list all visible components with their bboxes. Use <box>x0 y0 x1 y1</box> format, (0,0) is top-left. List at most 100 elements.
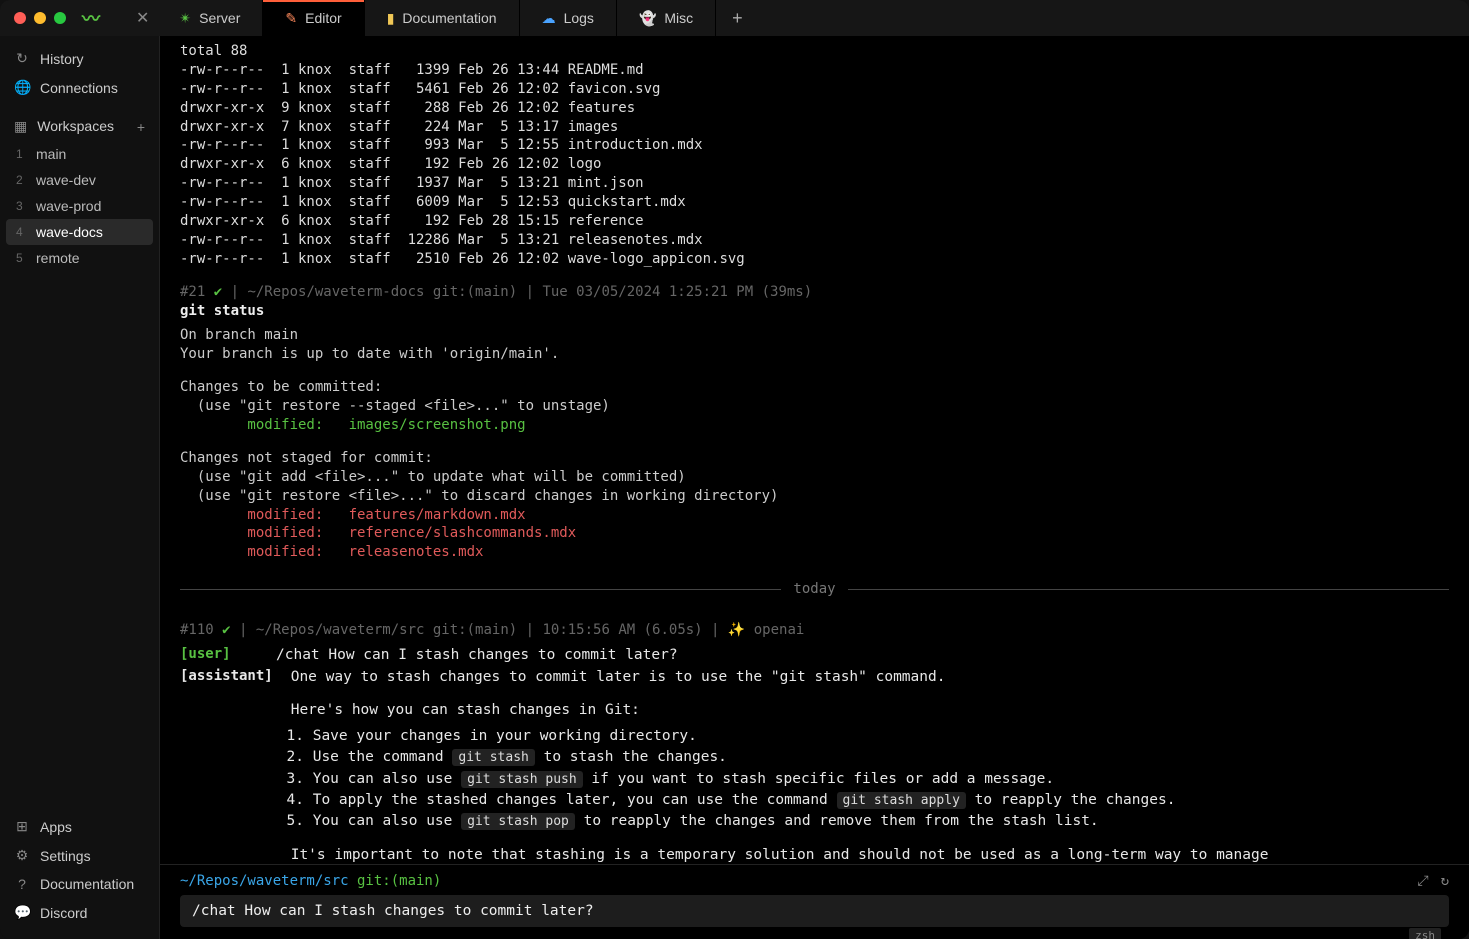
tab-label: Misc <box>664 10 693 26</box>
tab-icon: 👻 <box>639 10 656 27</box>
chat-step: Use the command git stash to stash the c… <box>313 747 1311 767</box>
workspace-wave-prod[interactable]: 3wave-prod <box>6 193 153 219</box>
settings-icon: ⚙ <box>14 847 30 864</box>
prompt-cwd: ~/Repos/waveterm/src git:(main) <box>180 873 441 889</box>
ls-row: drwxr-xr-x 6 knox staff 192 Feb 28 15:15… <box>160 212 1469 231</box>
close-window-icon[interactable] <box>14 12 26 24</box>
workspace-name: wave-docs <box>36 224 103 240</box>
ls-row: drwxr-xr-x 9 knox staff 288 Feb 26 12:02… <box>160 99 1469 118</box>
chat-user-text: /chat How can I stash changes to commit … <box>276 645 678 665</box>
sidebar-item-label: Discord <box>40 905 87 921</box>
shell-badge: zsh <box>1409 928 1441 939</box>
chat-step: You can also use git stash push if you w… <box>313 769 1311 789</box>
cmd110-meta: #110 ✔ | ~/Repos/waveterm/src git:(main)… <box>160 621 1469 640</box>
tab-bar: ✴Server ✎ Editor ▮Documentation☁Logs 👻 Misc <box>157 0 716 36</box>
workspaces-label: Workspaces <box>37 118 114 134</box>
workspace-name: wave-dev <box>36 172 96 188</box>
sidebar-settings[interactable]: ⚙ Settings <box>0 841 159 870</box>
sidebar-discord[interactable]: 💬Discord <box>0 898 159 927</box>
git-unstaged-header: Changes not staged for commit: <box>160 449 1469 468</box>
chat-step: You can also use git stash pop to reappl… <box>313 811 1311 831</box>
chat-assistant-text: One way to stash changes to commit later… <box>291 667 1311 864</box>
tab-misc[interactable]: 👻 Misc <box>617 0 716 36</box>
git-unstaged-file: modified: features/markdown.mdx <box>160 506 1469 525</box>
tab-label: Logs <box>564 10 594 26</box>
titlebar: 〰 ✕ ✴Server ✎ Editor ▮Documentation☁Logs 👻 Mi… <box>0 0 1469 36</box>
workspace-name: wave-prod <box>36 198 101 214</box>
sidebar-item-label: Settings <box>40 848 91 864</box>
sidebar-history[interactable]: ↻ History <box>0 44 159 73</box>
git-branch-line: On branch main <box>160 326 1469 345</box>
workspaces-icon: ▦ <box>14 118 27 134</box>
tab-label: Editor <box>305 10 342 26</box>
apps-icon: ⊞ <box>14 818 30 835</box>
workspace-name: remote <box>36 250 80 266</box>
tab-logs[interactable]: ☁Logs <box>520 0 617 36</box>
workspace-number: 5 <box>16 251 26 265</box>
sidebar-item-label: Documentation <box>40 876 134 892</box>
workspace-main[interactable]: 1 main <box>6 141 153 167</box>
expand-icon[interactable]: ⤢ <box>1417 873 1428 889</box>
tab-label: Documentation <box>402 10 496 26</box>
ls-total: total 88 <box>160 42 1469 61</box>
tab-icon: ✎ <box>285 10 297 27</box>
minimize-window-icon[interactable] <box>34 12 46 24</box>
git-staged-header: Changes to be committed: <box>160 378 1469 397</box>
globe-icon: 🌐 <box>14 79 30 96</box>
code-inline: git stash push <box>461 771 583 788</box>
close-sidebar-icon[interactable]: ✕ <box>136 8 149 28</box>
add-tab-button[interactable]: + <box>716 8 759 29</box>
tab-label: Server <box>199 10 240 26</box>
ls-row: drwxr-xr-x 6 knox staff 192 Feb 26 12:02… <box>160 155 1469 174</box>
sidebar-apps[interactable]: ⊞ Apps <box>0 812 159 841</box>
zoom-window-icon[interactable] <box>54 12 66 24</box>
chat-role-assistant: [assistant] <box>180 667 273 686</box>
chat-block: [user] /chat How can I stash changes to … <box>160 644 1469 864</box>
workspace-number: 2 <box>16 173 26 187</box>
terminal-pane: total 88 -rw-r--r-- 1 knox staff 1399 Fe… <box>160 36 1469 939</box>
git-unstaged-file: modified: releasenotes.mdx <box>160 543 1469 562</box>
tab-editor[interactable]: ✎ Editor <box>263 0 364 36</box>
ls-row: -rw-r--r-- 1 knox staff 1399 Feb 26 13:4… <box>160 61 1469 80</box>
sidebar: ↻ History 🌐 Connections ▦ Workspaces + 1m… <box>0 36 160 939</box>
ls-row: -rw-r--r-- 1 knox staff 6009 Mar 5 12:53… <box>160 193 1469 212</box>
git-staged-hint: (use "git restore --staged <file>..." to… <box>160 397 1469 416</box>
git-unstaged-file: modified: reference/slashcommands.mdx <box>160 524 1469 543</box>
wave-logo-icon: 〰 <box>82 5 100 31</box>
ls-row: drwxr-xr-x 7 knox staff 224 Mar 5 13:17 … <box>160 118 1469 137</box>
tab-server[interactable]: ✴Server <box>157 0 263 36</box>
workspace-name: main <box>36 146 66 162</box>
sidebar-documentation[interactable]: ?Documentation <box>0 870 159 898</box>
sidebar-history-label: History <box>40 51 84 67</box>
history-prompt-icon[interactable]: ↻ <box>1441 873 1449 889</box>
code-inline: git stash <box>452 749 534 766</box>
prompt-area: ~/Repos/waveterm/src git:(main) ⤢ ↻ /cha… <box>160 864 1469 939</box>
divider-label: today <box>793 580 835 599</box>
workspace-list: 1 main 2 wave-dev 3wave-prod 4 wave-docs 5 remot… <box>0 139 159 273</box>
command-input[interactable]: /chat How can I stash changes to commit … <box>180 895 1449 927</box>
workspace-wave-docs[interactable]: 4 wave-docs <box>6 219 153 245</box>
git-unstaged-hint2: (use "git restore <file>..." to discard … <box>160 487 1469 506</box>
ls-row: -rw-r--r-- 1 knox staff 993 Mar 5 12:55 … <box>160 136 1469 155</box>
workspace-number: 4 <box>16 225 26 239</box>
sidebar-bottom: ⊞ Apps ⚙ Settings ?Documentation💬Discord <box>0 806 159 939</box>
window-controls <box>0 12 66 24</box>
code-inline: git stash apply <box>837 792 966 809</box>
chat-step: To apply the stashed changes later, you … <box>313 790 1311 810</box>
sidebar-connections-label: Connections <box>40 80 118 96</box>
git-uptodate: Your branch is up to date with 'origin/m… <box>160 345 1469 364</box>
today-divider: today <box>160 572 1469 607</box>
command-input-text: /chat How can I stash changes to commit … <box>192 903 594 919</box>
tab-documentation[interactable]: ▮Documentation <box>365 0 520 36</box>
git-staged-file: modified: images/screenshot.png <box>160 416 1469 435</box>
workspace-wave-dev[interactable]: 2 wave-dev <box>6 167 153 193</box>
workspace-remote[interactable]: 5 remote <box>6 245 153 271</box>
add-workspace-button[interactable]: + <box>137 119 145 135</box>
sidebar-item-label: Apps <box>40 819 72 835</box>
ls-row: -rw-r--r-- 1 knox staff 1937 Mar 5 13:21… <box>160 174 1469 193</box>
ls-row: -rw-r--r-- 1 knox staff 2510 Feb 26 12:0… <box>160 250 1469 269</box>
workspace-number: 1 <box>16 147 26 161</box>
sidebar-connections[interactable]: 🌐 Connections <box>0 73 159 102</box>
code-inline: git stash pop <box>461 813 575 830</box>
terminal-output[interactable]: total 88 -rw-r--r-- 1 knox staff 1399 Fe… <box>160 36 1469 864</box>
